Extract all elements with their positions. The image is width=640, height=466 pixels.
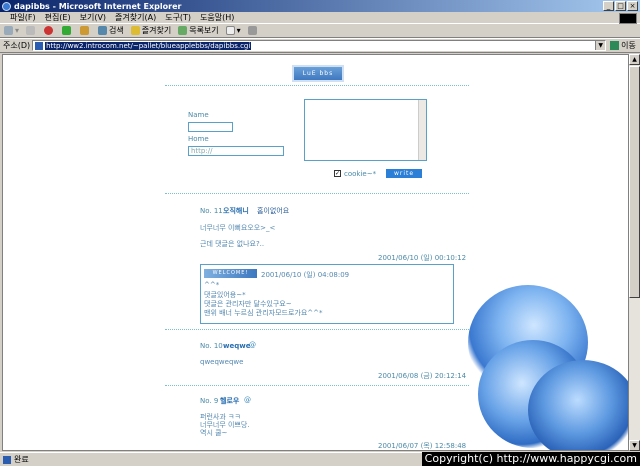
email-icon[interactable]: @ — [244, 396, 251, 404]
menu-bar: 파일(F) 편집(E) 보기(V) 즐겨찾기(A) 도구(T) 도움말(H) — [0, 12, 640, 24]
menu-tools[interactable]: 도구(T) — [165, 12, 191, 23]
reply-box: WELCOME! 2001/06/10 (일) 04:08:09 ^^* 댓글있… — [200, 264, 454, 324]
name-label: Name — [188, 111, 209, 119]
post-author[interactable]: weqwe — [223, 342, 250, 350]
back-button[interactable]: ▾ — [4, 26, 19, 35]
menu-view[interactable]: 보기(V) — [80, 12, 106, 23]
mail-button[interactable]: ▾ — [225, 26, 241, 35]
home-input[interactable]: http:// — [188, 146, 284, 156]
admin-banner[interactable]: LuE bbs — [292, 65, 344, 82]
copyright-watermark: Copyright(c) http://www.happycgi.com — [421, 452, 640, 466]
back-arrow-icon — [4, 26, 13, 35]
home-button[interactable] — [80, 26, 91, 35]
home-label: Home — [188, 135, 209, 143]
post-date: 2001/06/07 (목) 12:58:48 — [378, 442, 467, 450]
address-label: 주소(D) — [3, 41, 31, 50]
address-dropdown-icon[interactable]: ▼ — [595, 41, 606, 50]
scroll-thumb[interactable] — [629, 66, 640, 298]
menu-help[interactable]: 도움말(H) — [200, 12, 234, 23]
close-button[interactable]: × — [627, 1, 638, 11]
reply-line: ^^* — [204, 281, 220, 289]
history-icon — [178, 26, 188, 35]
mail-icon — [225, 26, 235, 35]
favorites-icon — [130, 26, 140, 35]
stop-button[interactable] — [44, 26, 55, 35]
post-number: No. 9 — [200, 397, 219, 405]
welcome-badge: WELCOME! — [204, 269, 257, 278]
post-date: 2001/06/08 (금) 20:12:14 — [378, 372, 467, 380]
divider — [165, 329, 469, 330]
cookie-checkbox[interactable]: ✓ — [334, 170, 341, 177]
vertical-scrollbar[interactable]: ▲ ▼ — [629, 54, 640, 451]
post-body-line: 너무너무 이뻐요오오>_< — [200, 224, 276, 232]
minimize-button[interactable]: _ — [603, 1, 614, 11]
toolbar: ▾ 검색 즐겨찾기 목록보기 ▾ — [0, 24, 640, 38]
refresh-icon — [62, 26, 72, 35]
divider — [165, 85, 469, 86]
post-subject: 홈이없어요 — [257, 207, 290, 215]
post-author[interactable]: 오직해니 — [223, 206, 249, 216]
reply-date: 2001/06/10 (일) 04:08:09 — [261, 271, 350, 279]
reply-line: 맨위 배너 누르심 관리자모드로가요^^* — [204, 309, 323, 317]
status-text: 완료 — [14, 455, 29, 464]
page-icon — [35, 41, 44, 50]
go-button[interactable]: 이동 — [610, 40, 636, 51]
refresh-button[interactable] — [62, 26, 73, 35]
post-author[interactable]: 헬로우 — [220, 396, 239, 406]
address-bar: 주소(D) http://ww2.introcom.net/~pallet/bl… — [0, 38, 640, 53]
message-textarea[interactable] — [304, 99, 427, 161]
search-button[interactable]: 검색 — [98, 25, 124, 36]
print-button[interactable] — [247, 26, 259, 35]
scroll-up-button[interactable]: ▲ — [629, 54, 640, 65]
page-icon — [3, 455, 11, 464]
cookie-label: cookie~* — [344, 170, 377, 178]
window-title: dapibbs - Microsoft Internet Explorer — [14, 1, 182, 11]
divider — [165, 193, 469, 194]
menu-favorites[interactable]: 즐겨찾기(A) — [115, 12, 156, 23]
menu-edit[interactable]: 편집(E) — [45, 12, 71, 23]
email-icon[interactable]: @ — [249, 341, 256, 349]
post-date: 2001/06/10 (일) 00:10:12 — [378, 254, 467, 262]
stop-icon — [44, 26, 54, 35]
post-body-line: 역시 쿨~ — [200, 429, 228, 437]
favorites-button[interactable]: 즐겨찾기 — [130, 25, 171, 36]
scroll-down-button[interactable]: ▼ — [629, 440, 640, 451]
history-button[interactable]: 목록보기 — [178, 25, 219, 36]
ie-icon — [2, 1, 11, 11]
home-icon — [80, 26, 90, 35]
forward-button[interactable] — [26, 26, 37, 35]
forward-arrow-icon — [26, 26, 36, 35]
blue-plum-image — [528, 360, 628, 450]
print-icon — [247, 26, 257, 35]
name-input[interactable] — [188, 122, 233, 132]
divider — [165, 385, 469, 386]
menu-file[interactable]: 파일(F) — [10, 12, 36, 23]
maximize-button[interactable]: □ — [615, 1, 626, 11]
post-number: No. 11 — [200, 207, 223, 215]
write-button[interactable]: write — [386, 169, 422, 178]
textarea-scrollbar[interactable] — [418, 100, 426, 160]
search-icon — [98, 26, 108, 35]
title-bar: dapibbs - Microsoft Internet Explorer _ … — [0, 0, 640, 12]
page-viewport: LuE bbs Name Home http:// ✓ cookie~* wri… — [2, 54, 629, 451]
address-input[interactable]: http://ww2.introcom.net/~pallet/blueappl… — [32, 40, 607, 51]
post-body-line: qweqweqwe — [200, 358, 244, 366]
go-arrow-icon — [610, 41, 620, 50]
post-body-line: 근데 댓글은 없나요?.. — [200, 240, 265, 248]
address-url: http://ww2.introcom.net/~pallet/blueappl… — [45, 41, 252, 50]
post-number: No. 10 — [200, 342, 223, 350]
windows-logo-icon — [619, 13, 637, 24]
